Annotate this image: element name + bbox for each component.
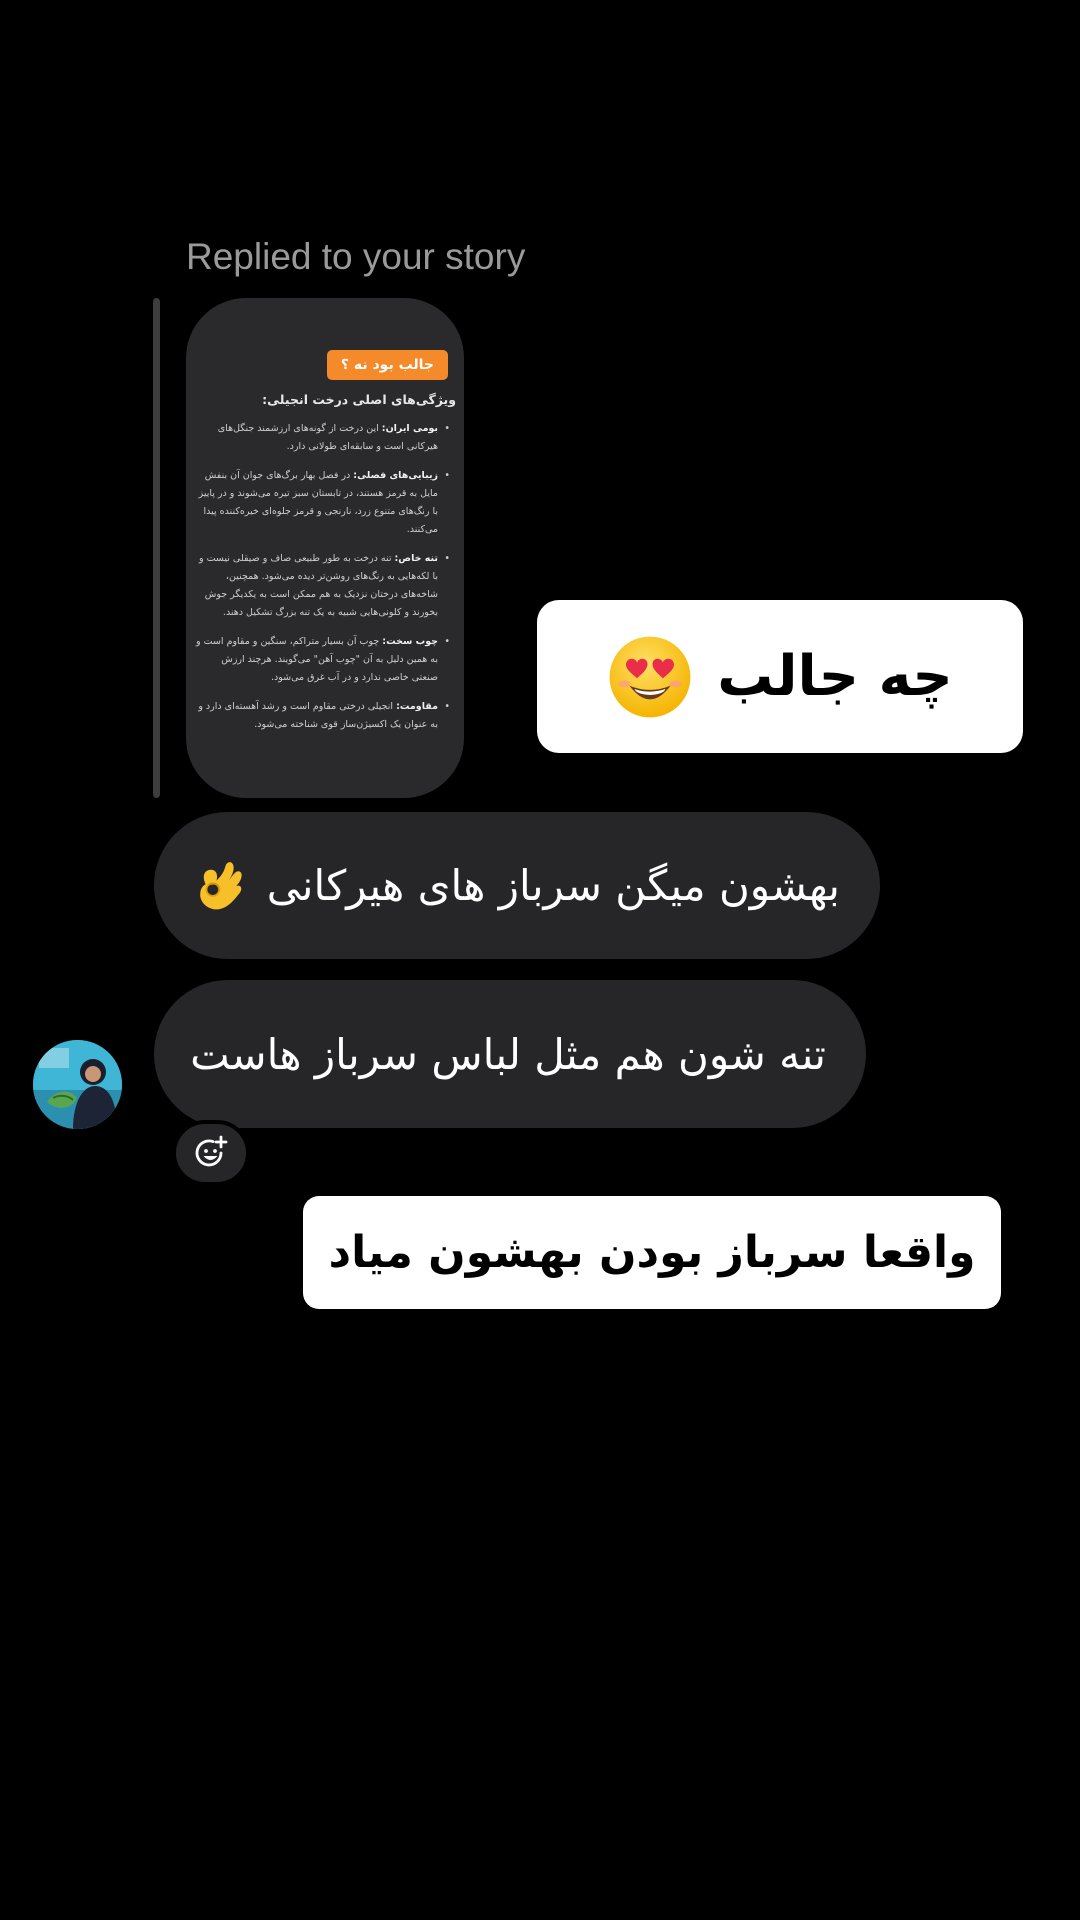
story-tag: جالب بود نه ؟ (326, 350, 448, 380)
story-item-title: بومی ایران: (381, 423, 438, 434)
story-list-item: چوب سخت: چوب آن بسیار متراکم، سنگین و مق… (194, 633, 450, 687)
story-list-item: زیبایی‌های فصلی: در فصل بهار برگ‌های جوا… (194, 467, 450, 539)
story-thumbnail[interactable]: جالب بود نه ؟ ویژگی‌های اصلی درخت انجیلی… (186, 298, 464, 798)
sticker-2-text: واقعا سرباز بودن بهشون میاد (328, 1227, 976, 1278)
story-item-title: تنه خاص: (394, 553, 438, 564)
story-item-title: زیبایی‌های فصلی: (353, 470, 438, 481)
replied-to-story-caption: Replied to your story (186, 236, 526, 277)
story-list-item: تنه خاص: تنه درخت به طور طبیعی صاف و صیق… (194, 550, 450, 622)
bubble-2-text: تنه شون هم مثل لباس سرباز هاست (190, 1029, 826, 1079)
message-bubble-1[interactable]: بهشون میگن سرباز های هیرکانی (154, 812, 880, 959)
story-list-item: بومی ایران: این درخت از گونه‌های ارزشمند… (194, 420, 450, 456)
bubble-1-text: بهشون میگن سرباز های هیرکانی (266, 861, 840, 910)
sender-avatar[interactable] (33, 1040, 122, 1129)
story-list-item: مقاومت: انجیلی درختی مقاوم است و رشد آهس… (194, 698, 450, 734)
reply-indicator-bar (153, 298, 160, 798)
text-sticker-1[interactable]: چه جالب (537, 600, 1023, 753)
add-reaction-icon (195, 1135, 228, 1167)
text-sticker-2[interactable]: واقعا سرباز بودن بهشون میاد (303, 1196, 1001, 1309)
story-heading: ویژگی‌های اصلی درخت انجیلی: (262, 392, 456, 407)
story-item-title: مقاومت: (396, 701, 438, 712)
story-item-title: چوب سخت: (382, 636, 438, 647)
add-reaction-button[interactable] (172, 1120, 250, 1186)
sticker-1-text: چه جالب (717, 644, 953, 709)
avatar-image (33, 1040, 122, 1129)
ok-hand-emoji-icon (199, 861, 242, 909)
story-list: بومی ایران: این درخت از گونه‌های ارزشمند… (194, 420, 450, 745)
message-bubble-2[interactable]: تنه شون هم مثل لباس سرباز هاست (154, 980, 866, 1128)
heart-eyes-emoji-icon (609, 636, 691, 717)
